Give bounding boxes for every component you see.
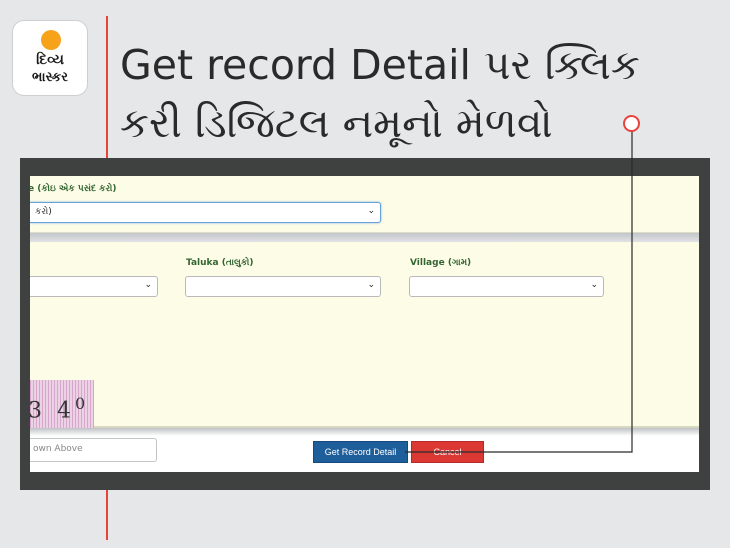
captcha-digits: 3 4: [30, 398, 75, 424]
selection-dropdown[interactable]: કરો) ⌄: [30, 202, 381, 223]
village-label: Village (ગામ): [410, 258, 472, 268]
captcha-superscript: 0: [75, 394, 90, 413]
callout-dot: [623, 115, 640, 132]
logo-line-2: ભાસ્કર: [32, 70, 68, 85]
captcha-text: 3 40: [30, 394, 89, 423]
selection-value: કરો): [35, 207, 52, 217]
chevron-down-icon: ⌄: [367, 280, 375, 290]
district-dropdown[interactable]: ⌄: [30, 276, 158, 297]
screenshot-frame: e (કોઇ એક પસંદ કરો) કરો) ⌄ ⌄ Taluka (તાલ…: [20, 158, 710, 490]
sun-icon: [41, 30, 61, 50]
section-shadow: [30, 428, 699, 436]
chevron-down-icon: ⌄: [590, 280, 598, 290]
captcha-image: 3 40: [30, 380, 94, 435]
taluka-dropdown[interactable]: ⌄: [185, 276, 381, 297]
village-dropdown[interactable]: ⌄: [409, 276, 604, 297]
divya-bhaskar-logo: દિવ્ય ભાસ્કર: [12, 20, 88, 96]
section-separator: [30, 233, 699, 242]
top-form-section: e (કોઇ એક પસંદ કરો) કરો) ⌄: [30, 176, 699, 233]
chevron-down-icon: ⌄: [144, 280, 152, 290]
cancel-button[interactable]: Cancel: [411, 441, 484, 463]
captcha-placeholder: own Above: [33, 444, 83, 454]
chevron-down-icon: ⌄: [367, 206, 375, 216]
location-form-section: ⌄ Taluka (તાલુકો) ⌄ Village (ગામ) ⌄ 3 40…: [30, 242, 699, 462]
selection-label: e (કોઇ એક પસંદ કરો): [30, 184, 117, 194]
captcha-input[interactable]: own Above: [30, 438, 157, 462]
get-record-detail-button[interactable]: Get Record Detail: [313, 441, 408, 463]
form-screen: e (કોઇ એક પસંદ કરો) કરો) ⌄ ⌄ Taluka (તાલ…: [30, 176, 699, 472]
taluka-label: Taluka (તાલુકો): [186, 258, 254, 268]
headline: Get record Detail પર ક્લિક કરી ડિજિટલ નમ…: [120, 41, 640, 147]
logo-line-1: દિવ્ય: [36, 52, 64, 68]
